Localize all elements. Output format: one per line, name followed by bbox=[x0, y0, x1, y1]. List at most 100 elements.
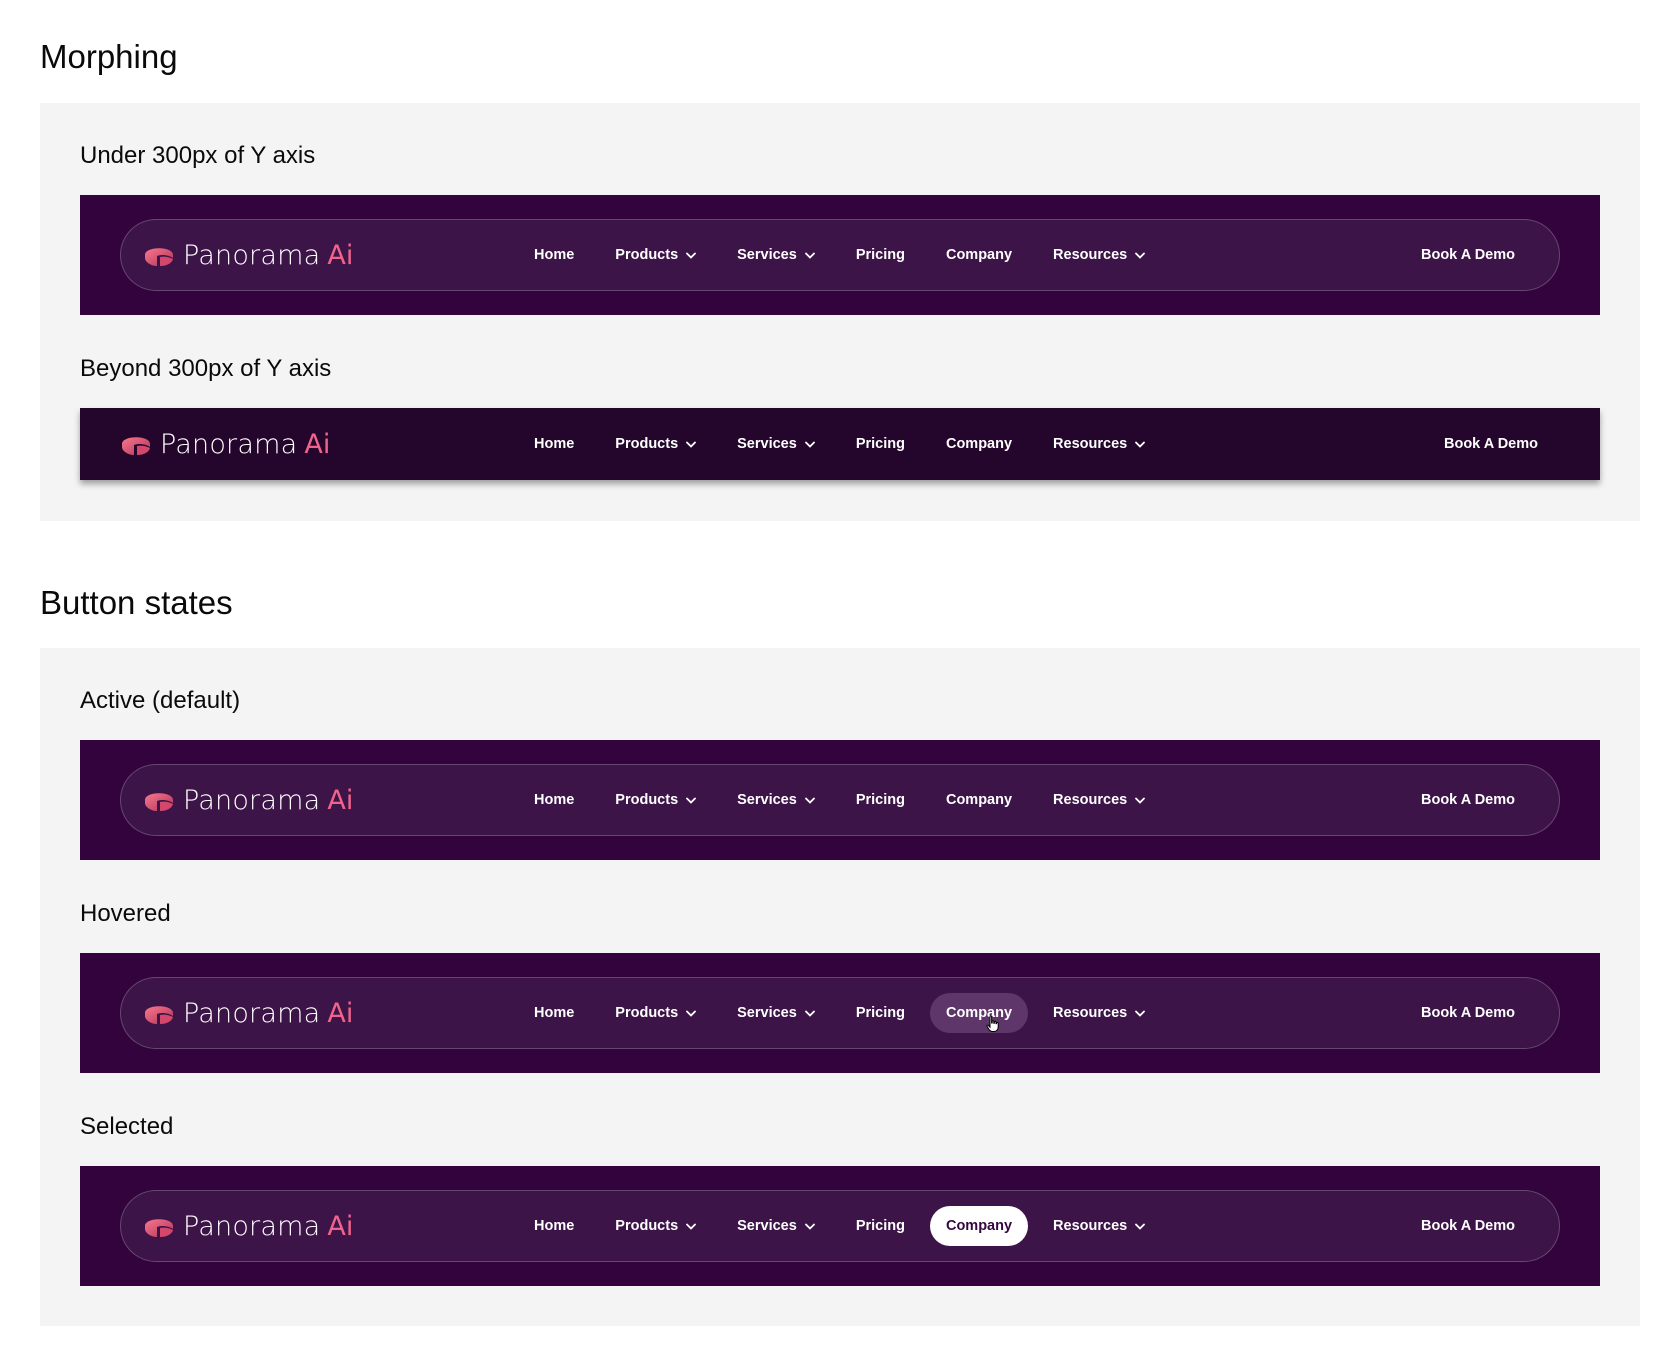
nav-item-services[interactable]: Services bbox=[721, 424, 831, 464]
nav-label: Home bbox=[534, 1005, 575, 1021]
nav-label: Pricing bbox=[855, 1218, 905, 1234]
brand-suffix: Ai bbox=[327, 239, 354, 271]
nav-label: Services bbox=[737, 1005, 797, 1021]
chevron-down-icon bbox=[1135, 1010, 1146, 1017]
nav-item-company-selected[interactable]: Company bbox=[929, 1206, 1029, 1246]
nav-label: Company bbox=[945, 1218, 1013, 1234]
navbar-pill: Panorama Ai Home Products Services Prici… bbox=[120, 764, 1560, 836]
navbar-pill: Panorama Ai Home Products Services Prici… bbox=[120, 219, 1560, 291]
chevron-down-icon bbox=[1135, 797, 1146, 804]
nav-item-services[interactable]: Services bbox=[721, 235, 831, 275]
nav-label: Products bbox=[615, 1005, 679, 1021]
primary-nav: Home Products Services Pricing Company R… bbox=[518, 1191, 1170, 1261]
nav-item-home[interactable]: Home bbox=[518, 424, 590, 464]
nav-label: Resources bbox=[1053, 247, 1128, 263]
morphing-panel: Under 300px of Y axis Panorama Ai Home P… bbox=[40, 103, 1640, 521]
nav-item-resources[interactable]: Resources bbox=[1037, 424, 1161, 464]
nav-item-products[interactable]: Products bbox=[599, 424, 712, 464]
nav-label: Home bbox=[534, 792, 575, 808]
nav-item-company[interactable]: Company bbox=[930, 424, 1028, 464]
chevron-down-icon bbox=[686, 441, 697, 448]
nav-label: Home bbox=[534, 247, 575, 263]
nav-item-home[interactable]: Home bbox=[518, 235, 590, 275]
nav-item-resources[interactable]: Resources bbox=[1037, 780, 1161, 820]
chevron-down-icon bbox=[804, 797, 815, 804]
nav-item-products[interactable]: Products bbox=[599, 235, 712, 275]
chevron-down-icon bbox=[804, 1223, 815, 1230]
nav-label: Products bbox=[615, 247, 679, 263]
book-demo-button[interactable]: Book A Demo bbox=[1421, 220, 1515, 290]
chevron-down-icon bbox=[1135, 252, 1146, 259]
nav-item-pricing[interactable]: Pricing bbox=[840, 235, 921, 275]
brand-name: Panorama bbox=[183, 1210, 321, 1242]
nav-item-home[interactable]: Home bbox=[518, 1206, 590, 1246]
book-demo-button[interactable]: Book A Demo bbox=[1444, 408, 1538, 480]
brand-logo[interactable]: Panorama Ai bbox=[143, 1191, 353, 1261]
nav-item-products[interactable]: Products bbox=[599, 780, 712, 820]
nav-label: Pricing bbox=[855, 247, 905, 263]
nav-label: Services bbox=[737, 436, 797, 452]
nav-label: Home bbox=[534, 1218, 575, 1234]
nav-item-pricing[interactable]: Pricing bbox=[840, 993, 921, 1033]
navbar-stage-hovered: Panorama Ai Home Products Services Prici… bbox=[80, 953, 1600, 1073]
panorama-logo-icon bbox=[145, 248, 173, 266]
nav-label: Products bbox=[615, 436, 679, 452]
nav-item-company-hovered[interactable]: Company bbox=[929, 993, 1029, 1033]
nav-item-home[interactable]: Home bbox=[518, 780, 590, 820]
nav-label: Pricing bbox=[855, 792, 905, 808]
nav-label: Products bbox=[615, 1218, 679, 1234]
nav-item-home[interactable]: Home bbox=[518, 993, 590, 1033]
nav-item-services[interactable]: Services bbox=[721, 1206, 831, 1246]
nav-item-pricing[interactable]: Pricing bbox=[840, 780, 921, 820]
nav-item-pricing[interactable]: Pricing bbox=[840, 424, 921, 464]
nav-label: Resources bbox=[1053, 792, 1128, 808]
primary-nav: Home Products Services Pricing Company R… bbox=[518, 408, 1170, 480]
nav-label: Company bbox=[945, 792, 1013, 808]
nav-label: Company bbox=[945, 247, 1013, 263]
nav-item-resources[interactable]: Resources bbox=[1037, 1206, 1161, 1246]
variant-label-beyond-300: Beyond 300px of Y axis bbox=[80, 355, 332, 382]
nav-item-company[interactable]: Company bbox=[930, 235, 1028, 275]
nav-label: Company bbox=[945, 436, 1013, 452]
nav-item-resources[interactable]: Resources bbox=[1037, 235, 1161, 275]
chevron-down-icon bbox=[804, 1010, 815, 1017]
button-states-panel: Active (default) Panorama Ai Home Produc… bbox=[40, 648, 1640, 1326]
nav-item-resources[interactable]: Resources bbox=[1037, 993, 1161, 1033]
chevron-down-icon bbox=[804, 441, 815, 448]
panorama-logo-icon bbox=[145, 1219, 173, 1237]
nav-label: Resources bbox=[1053, 1005, 1128, 1021]
nav-item-company[interactable]: Company bbox=[930, 780, 1028, 820]
nav-item-pricing[interactable]: Pricing bbox=[840, 1206, 921, 1246]
hand-pointer-icon bbox=[986, 1015, 999, 1032]
navbar-pill: Panorama Ai Home Products Services Prici… bbox=[120, 1190, 1560, 1262]
book-demo-button[interactable]: Book A Demo bbox=[1421, 978, 1515, 1048]
book-demo-button[interactable]: Book A Demo bbox=[1421, 1191, 1515, 1261]
nav-item-services[interactable]: Services bbox=[721, 993, 831, 1033]
primary-nav: Home Products Services Pricing Company R… bbox=[518, 765, 1170, 835]
navbar-pill: Panorama Ai Home Products Services Prici… bbox=[120, 977, 1560, 1049]
primary-nav: Home Products Services Pricing Company R… bbox=[518, 978, 1170, 1048]
nav-label: Resources bbox=[1053, 436, 1128, 452]
brand-suffix: Ai bbox=[304, 428, 331, 460]
book-demo-button[interactable]: Book A Demo bbox=[1421, 765, 1515, 835]
variant-label-under-300: Under 300px of Y axis bbox=[80, 142, 316, 169]
nav-item-products[interactable]: Products bbox=[599, 1206, 712, 1246]
chevron-down-icon bbox=[686, 1010, 697, 1017]
nav-item-services[interactable]: Services bbox=[721, 780, 831, 820]
chevron-down-icon bbox=[686, 1223, 697, 1230]
chevron-down-icon bbox=[1135, 441, 1146, 448]
navbar-stage-selected: Panorama Ai Home Products Services Prici… bbox=[80, 1166, 1600, 1286]
brand-logo[interactable]: Panorama Ai bbox=[143, 765, 353, 835]
section-title-morphing: Morphing bbox=[40, 38, 178, 75]
primary-nav: Home Products Services Pricing Company R… bbox=[518, 220, 1170, 290]
brand-logo[interactable]: Panorama Ai bbox=[143, 220, 353, 290]
nav-label: Services bbox=[737, 792, 797, 808]
nav-item-products[interactable]: Products bbox=[599, 993, 712, 1033]
variant-label-selected: Selected bbox=[80, 1113, 174, 1140]
nav-label: Services bbox=[737, 1218, 797, 1234]
brand-suffix: Ai bbox=[327, 997, 354, 1029]
brand-logo[interactable]: Panorama Ai bbox=[120, 408, 330, 480]
brand-logo[interactable]: Panorama Ai bbox=[143, 978, 353, 1048]
panorama-logo-icon bbox=[145, 793, 173, 811]
variant-label-hovered: Hovered bbox=[80, 900, 171, 927]
